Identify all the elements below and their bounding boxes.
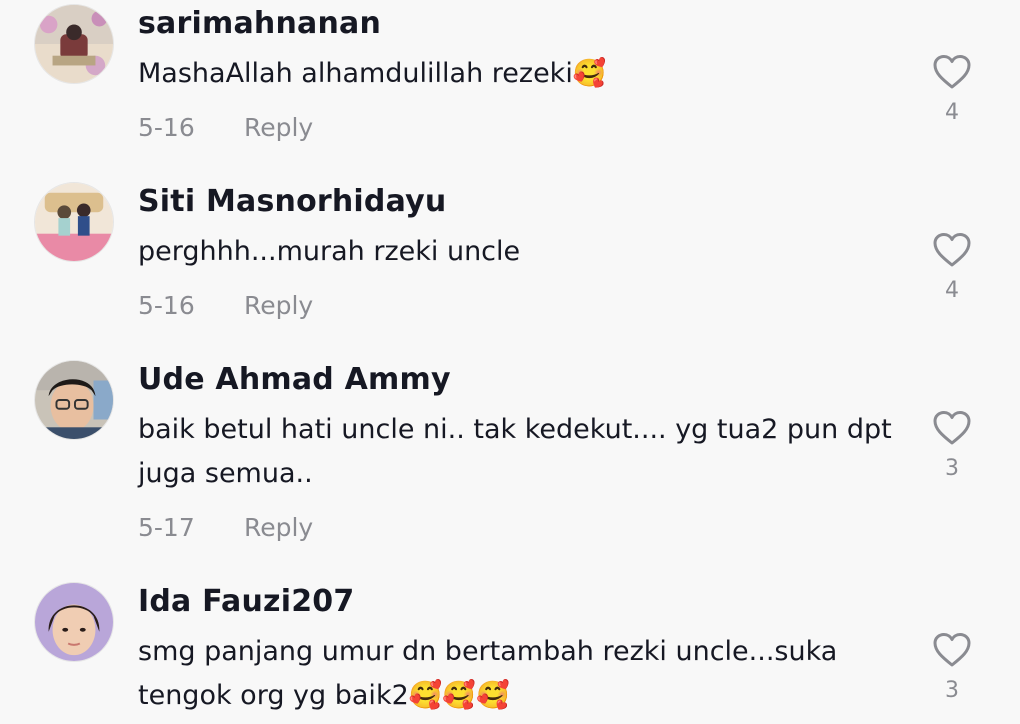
like-control: 3 — [930, 410, 974, 481]
reply-button[interactable]: Reply — [244, 113, 313, 142]
comment-username[interactable]: Ude Ahmad Ammy — [138, 362, 451, 397]
comment-date: 5-17 — [138, 513, 195, 542]
avatar-image — [35, 361, 113, 439]
like-count: 3 — [945, 678, 959, 703]
comment-username[interactable]: Ida Fauzi207 — [138, 584, 354, 619]
avatar-image — [35, 5, 113, 83]
avatar-image — [35, 583, 113, 661]
like-control: 4 — [930, 54, 974, 125]
comment-text: baik betul hati uncle ni.. tak kedekut..… — [138, 414, 892, 489]
avatar[interactable] — [34, 582, 114, 662]
avatar[interactable] — [34, 4, 114, 84]
like-count: 4 — [945, 100, 959, 125]
avatar-image — [35, 183, 113, 261]
avatar[interactable] — [34, 182, 114, 262]
comment-list: sarimahnanan MashaAllah alhamdulillah re… — [0, 0, 1020, 724]
heart-outline-icon[interactable] — [932, 632, 972, 668]
like-count: 4 — [945, 278, 959, 303]
comment-username[interactable]: sarimahnanan — [138, 6, 381, 41]
like-count: 3 — [945, 456, 959, 481]
reply-button[interactable]: Reply — [244, 291, 313, 320]
heart-outline-icon[interactable] — [932, 54, 972, 90]
comment-text: smg panjang umur dn bertambah rezki uncl… — [138, 636, 838, 711]
comment-meta: 5-16 Reply — [138, 113, 313, 142]
comment-text: perghhh...murah rzeki uncle — [138, 236, 521, 267]
reply-button[interactable]: Reply — [244, 513, 313, 542]
avatar[interactable] — [34, 360, 114, 440]
comment-username[interactable]: Siti Masnorhidayu — [138, 184, 446, 219]
comment-date: 5-16 — [138, 113, 195, 142]
like-control: 4 — [930, 232, 974, 303]
heart-outline-icon[interactable] — [932, 410, 972, 446]
like-control: 3 — [930, 632, 974, 703]
comment-meta: 5-17 Reply — [138, 513, 313, 542]
comment-date: 5-16 — [138, 291, 195, 320]
comment-meta: 5-16 Reply — [138, 291, 313, 320]
comment-text: MashaAllah alhamdulillah rezeki🥰 — [138, 58, 607, 89]
heart-outline-icon[interactable] — [932, 232, 972, 268]
